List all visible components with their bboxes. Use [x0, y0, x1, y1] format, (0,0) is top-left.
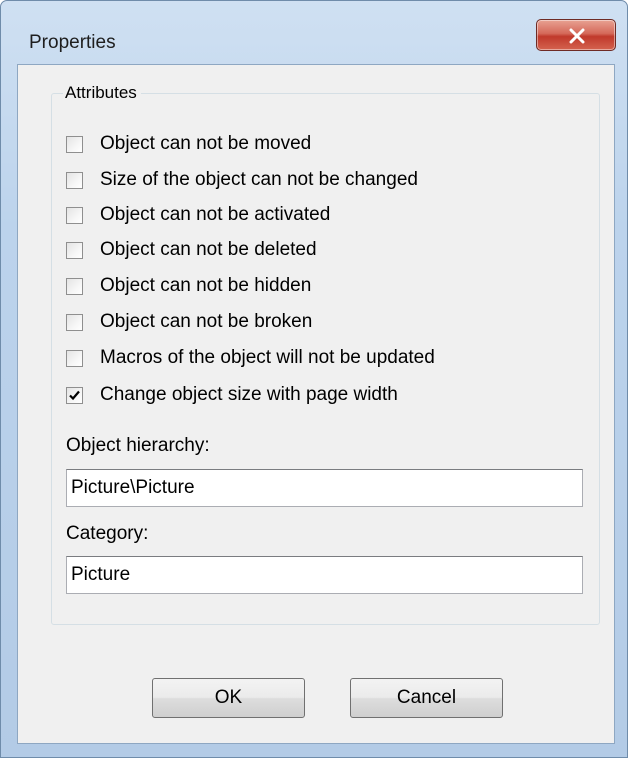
close-button[interactable] [536, 19, 616, 51]
option-size-not-changed[interactable]: Size of the object can not be changed [66, 169, 418, 191]
category-label: Category: [66, 523, 149, 544]
option-label: Object can not be hidden [100, 275, 312, 296]
checkbox[interactable] [66, 206, 83, 224]
close-icon [569, 28, 585, 44]
checkbox[interactable] [66, 241, 83, 259]
option-label: Object can not be deleted [100, 239, 317, 260]
hierarchy-label: Object hierarchy: [66, 435, 210, 456]
cancel-button[interactable]: Cancel [350, 678, 503, 718]
checkbox[interactable] [66, 349, 83, 367]
option-label: Macros of the object will not be updated [100, 347, 435, 368]
option-label: Size of the object can not be changed [100, 169, 418, 190]
checkbox-checked[interactable] [66, 386, 83, 404]
option-macros-not-updated[interactable]: Macros of the object will not be updated [66, 347, 435, 369]
option-not-activated[interactable]: Object can not be activated [66, 204, 330, 226]
option-label: Object can not be moved [100, 133, 312, 154]
ok-button[interactable]: OK [152, 678, 305, 718]
checkmark-icon [69, 390, 80, 400]
checkbox[interactable] [66, 313, 83, 331]
option-label: Object can not be activated [100, 204, 331, 225]
option-not-hidden[interactable]: Object can not be hidden [66, 275, 311, 297]
dialog-body: Attributes Object can not be moved Size … [17, 64, 615, 744]
hierarchy-input[interactable] [66, 469, 583, 507]
option-label: Object can not be broken [100, 311, 313, 332]
dialog-title: Properties [29, 32, 116, 53]
option-not-broken[interactable]: Object can not be broken [66, 311, 312, 333]
option-resize-with-page-width[interactable]: Change object size with page width [66, 384, 398, 406]
option-label: Change object size with page width [100, 384, 398, 405]
checkbox[interactable] [66, 277, 83, 295]
category-input[interactable] [66, 556, 583, 594]
properties-dialog: Properties Attributes Object can not be … [0, 0, 628, 758]
option-not-moved[interactable]: Object can not be moved [66, 133, 311, 155]
checkbox[interactable] [66, 135, 83, 153]
attributes-group-label: Attributes [63, 82, 141, 104]
option-not-deleted[interactable]: Object can not be deleted [66, 239, 317, 261]
checkbox[interactable] [66, 171, 83, 189]
